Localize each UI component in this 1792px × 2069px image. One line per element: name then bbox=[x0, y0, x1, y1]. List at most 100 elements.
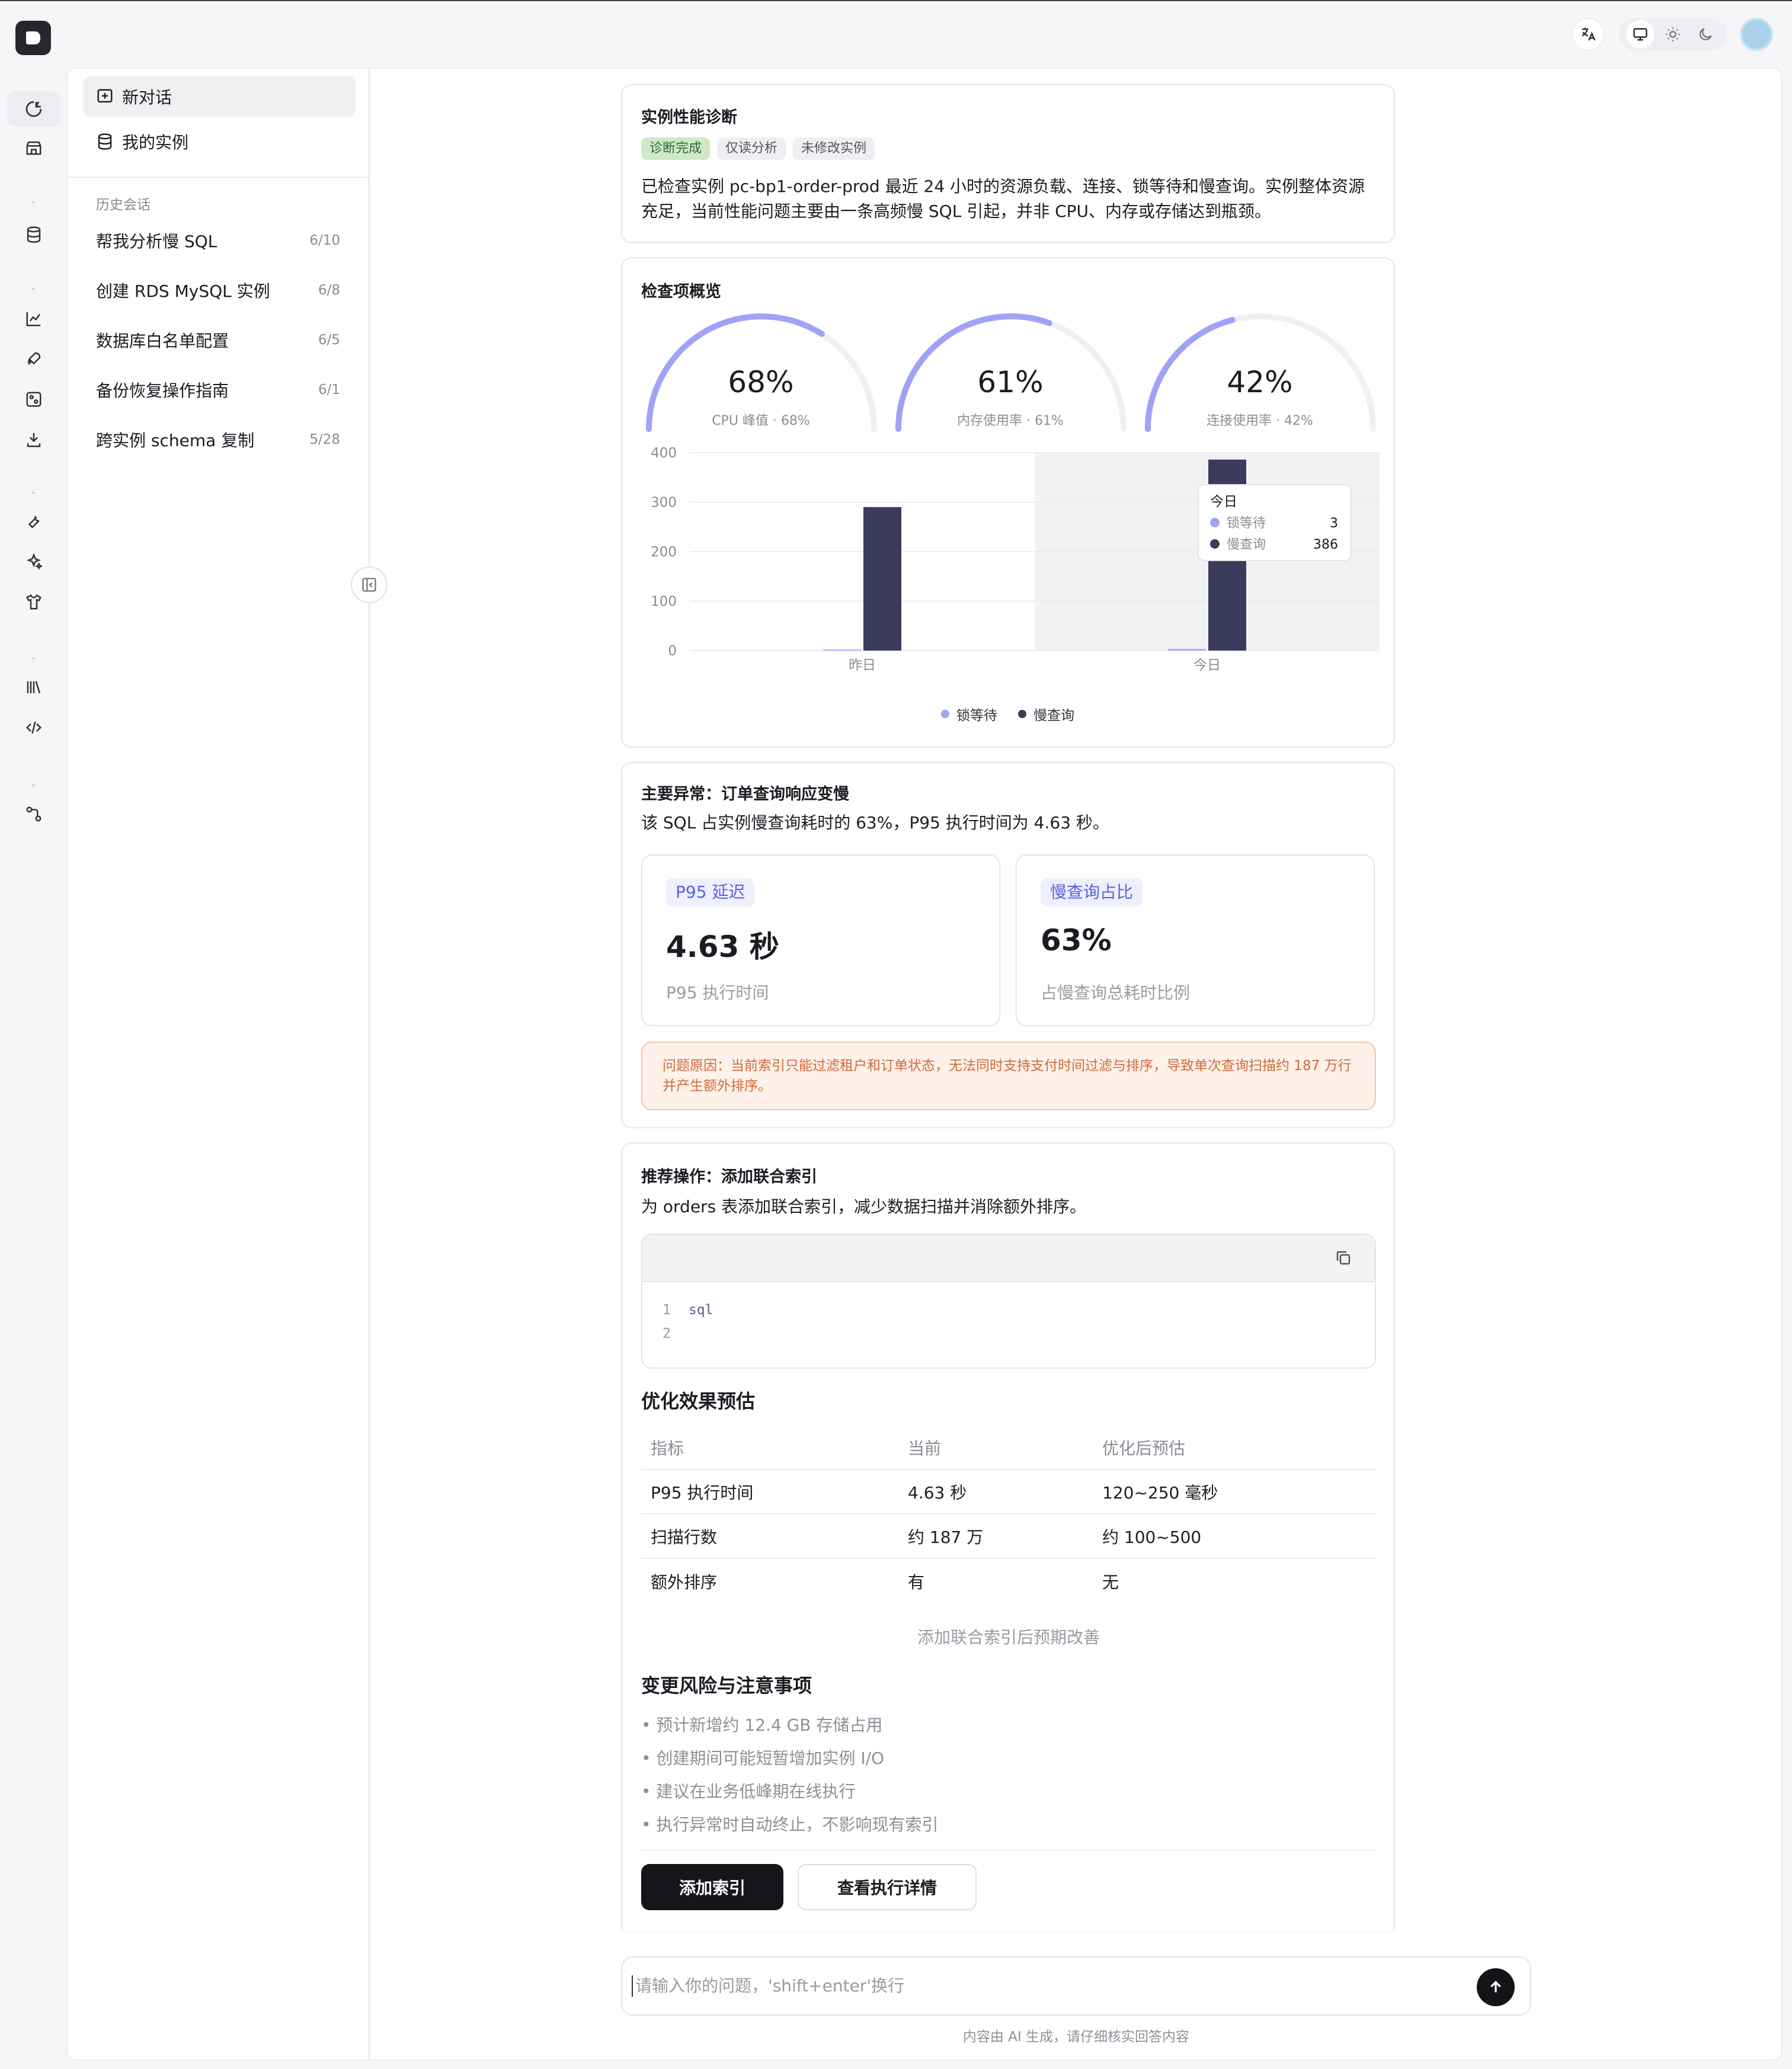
diagnosis-title: 实例性能诊断 bbox=[641, 108, 737, 127]
table-row: 扫描行数 约 187 万 约 100~500 bbox=[641, 1514, 1376, 1559]
code-icon[interactable] bbox=[7, 710, 60, 745]
chat-rail-icon[interactable] bbox=[7, 91, 60, 127]
recommend-desc: 为 orders 表添加联合索引，减少数据扫描并消除额外排序。 bbox=[641, 1197, 1087, 1216]
metric-label: P95 延迟 bbox=[666, 878, 755, 907]
code-text: sql bbox=[688, 1302, 713, 1318]
history-title: 帮我分析慢 SQL bbox=[96, 232, 217, 251]
rail-separator bbox=[33, 288, 34, 290]
database-icon[interactable] bbox=[7, 217, 60, 252]
table-cell: 有 bbox=[908, 1572, 925, 1592]
table-cell: P95 执行时间 bbox=[651, 1482, 754, 1503]
download-icon[interactable] bbox=[7, 422, 60, 457]
new-chat-label: 新对话 bbox=[122, 88, 172, 107]
dashboard-icon[interactable] bbox=[7, 382, 60, 417]
copy-icon bbox=[1336, 1251, 1351, 1265]
tooltip-series-name: 锁等待 bbox=[1227, 516, 1266, 531]
anomaly-title: 主要异常：订单查询响应变慢 bbox=[641, 785, 849, 803]
new-chat-button[interactable]: 新对话 bbox=[83, 76, 356, 117]
theme-switcher bbox=[1619, 18, 1727, 51]
code-line: 2 bbox=[663, 1326, 689, 1341]
my-instances-label: 我的实例 bbox=[122, 133, 189, 152]
metric-sub: P95 执行时间 bbox=[666, 983, 769, 1003]
overview-card: 检查项概览 68% CPU 峰值 · 68% 61% 内存使用率 · 61% 4… bbox=[621, 257, 1395, 748]
status-badge: 诊断完成 bbox=[641, 137, 711, 160]
history-item[interactable]: 跨实例 schema 复制 5/28 bbox=[96, 422, 340, 457]
connection-icon[interactable] bbox=[7, 796, 60, 832]
root-cause-alert: 问题原因：当前索引只能过滤租户和订单状态，无法同时支持支付时间过滤与排序，导致单… bbox=[641, 1042, 1376, 1110]
tooltip-title: 今日 bbox=[1210, 494, 1237, 510]
rocket-icon[interactable] bbox=[7, 341, 60, 377]
table-cell: 约 100~500 bbox=[1102, 1527, 1202, 1547]
new-chat-icon bbox=[97, 89, 113, 103]
send-button[interactable] bbox=[1477, 1968, 1515, 2006]
tooltip-swatch bbox=[1210, 539, 1220, 549]
user-avatar[interactable] bbox=[1740, 18, 1773, 51]
database-icon bbox=[98, 133, 112, 150]
column-header: 当前 bbox=[908, 1438, 942, 1458]
gauge-value: 42% bbox=[1227, 365, 1293, 399]
x-tick-label: 昨日 bbox=[849, 658, 876, 673]
gauge-value: 61% bbox=[977, 365, 1044, 399]
history-item[interactable]: 数据库白名单配置 6/5 bbox=[96, 322, 340, 358]
input-placeholder: 请输入你的问题，'shift+enter'换行 bbox=[632, 1975, 904, 1997]
bar-slow-query bbox=[863, 507, 901, 651]
shirt-icon[interactable] bbox=[7, 584, 60, 620]
effect-table: 指标 当前 优化后预估 P95 执行时间 4.63 秒 120~250 毫秒 扫描行数 约… bbox=[641, 1426, 1376, 1603]
library-icon[interactable] bbox=[7, 670, 60, 705]
anomaly-card: 主要异常：订单查询响应变慢 该 SQL 占实例慢查询耗时的 63%，P95 执行… bbox=[621, 762, 1395, 1128]
cpu-gauge: 68% CPU 峰值 · 68% bbox=[640, 310, 883, 435]
chat-input[interactable]: 请输入你的问题，'shift+enter'换行 bbox=[621, 1956, 1531, 2016]
sidebar-collapse-icon bbox=[362, 578, 376, 592]
view-details-button[interactable]: 查看执行详情 bbox=[798, 1864, 977, 1910]
recommend-card: 推荐操作：添加联合索引 为 orders 表添加联合索引，减少数据扫描并消除额外… bbox=[621, 1142, 1395, 1930]
table-caption: 添加联合索引后预期改善 bbox=[917, 1628, 1100, 1647]
code-header bbox=[642, 1235, 1375, 1282]
history-title: 数据库白名单配置 bbox=[96, 331, 229, 351]
history-item[interactable]: 备份恢复操作指南 6/1 bbox=[96, 372, 340, 408]
session-sidebar: 新对话 我的实例 历史会话 帮我分析慢 SQL 6/10 创建 RDS MySQL… bbox=[66, 68, 370, 2061]
history-item[interactable]: 帮我分析慢 SQL 6/10 bbox=[96, 223, 340, 258]
translate-icon bbox=[1582, 27, 1596, 41]
gauge-value: 68% bbox=[728, 365, 794, 399]
monitor-icon[interactable] bbox=[1625, 20, 1655, 49]
history-item[interactable]: 创建 RDS MySQL 实例 6/8 bbox=[96, 273, 340, 308]
code-line: 1 sql bbox=[663, 1302, 713, 1318]
legend-label: 慢查询 bbox=[1033, 708, 1074, 723]
add-index-button[interactable]: 添加索引 bbox=[641, 1864, 783, 1910]
risk-title: 变更风险与注意事项 bbox=[641, 1674, 812, 1697]
table-cell: 无 bbox=[1102, 1572, 1119, 1592]
table-cell: 额外排序 bbox=[651, 1572, 718, 1592]
copy-button[interactable] bbox=[1335, 1249, 1352, 1267]
risk-item: • 预计新增约 12.4 GB 存储占用 bbox=[641, 1715, 883, 1735]
table-cell: 4.63 秒 bbox=[908, 1482, 967, 1503]
table-row: P95 执行时间 4.63 秒 120~250 毫秒 bbox=[641, 1470, 1376, 1514]
wrench-icon[interactable] bbox=[7, 504, 60, 539]
translate-button[interactable] bbox=[1572, 18, 1605, 51]
legend-item[interactable]: 锁等待 bbox=[941, 704, 997, 724]
app-logo[interactable] bbox=[15, 21, 51, 55]
status-badge: 仅读分析 bbox=[717, 137, 786, 160]
my-instances-link[interactable]: 我的实例 bbox=[83, 121, 356, 162]
history-date: 5/28 bbox=[309, 432, 340, 447]
metric-card-slow-ratio: 慢查询占比 63% 占慢查询总耗时比例 bbox=[1016, 854, 1375, 1026]
arrow-up-icon bbox=[1490, 1981, 1501, 1993]
y-tick-label: 200 bbox=[651, 545, 677, 560]
history-title: 备份恢复操作指南 bbox=[96, 381, 229, 401]
legend-item[interactable]: 慢查询 bbox=[1018, 704, 1074, 724]
diagnosis-tags: 诊断完成 仅读分析 未修改实例 bbox=[641, 137, 882, 160]
gauge-label: 连接使用率 · 42% bbox=[1207, 414, 1313, 428]
table-cell: 约 187 万 bbox=[908, 1527, 984, 1547]
sparkle-icon[interactable] bbox=[7, 544, 60, 579]
collapse-sidebar-button[interactable] bbox=[351, 566, 388, 603]
metric-label: 慢查询占比 bbox=[1041, 878, 1143, 907]
column-header: 优化后预估 bbox=[1102, 1438, 1186, 1458]
store-icon[interactable] bbox=[7, 130, 60, 166]
moon-icon[interactable] bbox=[1691, 20, 1720, 49]
top-bar bbox=[0, 0, 1792, 68]
sun-icon[interactable] bbox=[1659, 20, 1687, 49]
history-title: 跨实例 schema 复制 bbox=[96, 431, 255, 450]
x-tick-label: 今日 bbox=[1193, 658, 1221, 673]
bar-lock-wait bbox=[823, 649, 861, 651]
table-row: 额外排序 有 无 bbox=[641, 1559, 1376, 1603]
line-chart-icon[interactable] bbox=[7, 301, 60, 337]
